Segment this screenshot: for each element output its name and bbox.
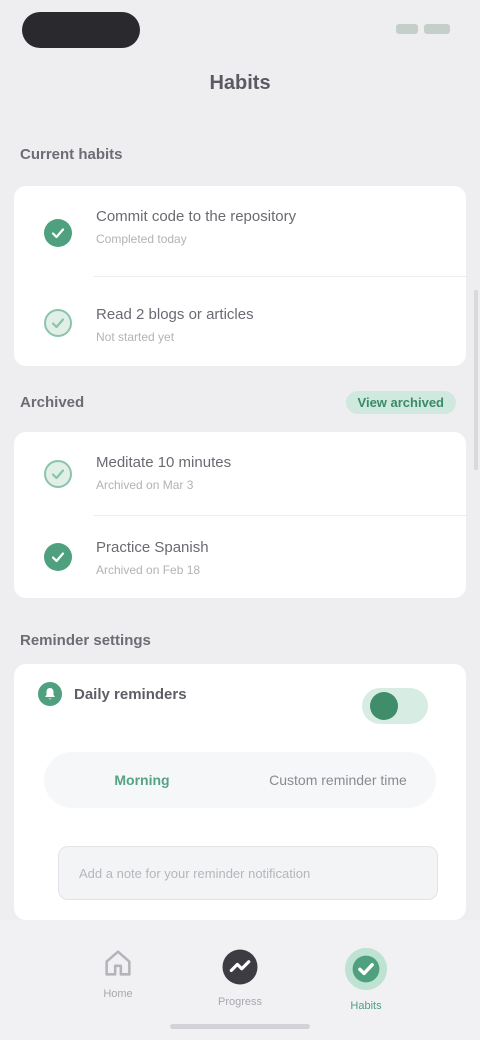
- check-icon[interactable]: [44, 543, 72, 571]
- habit-row[interactable]: Commit code to the repository Completed …: [14, 186, 466, 276]
- daily-reminders-toggle[interactable]: [362, 688, 428, 724]
- nav-item-home[interactable]: Home: [78, 946, 158, 1000]
- view-archived-button[interactable]: View archived: [345, 391, 456, 414]
- habit-title: Commit code to the repository: [96, 208, 297, 225]
- habit-title: Read 2 blogs or articles: [96, 306, 254, 323]
- habit-row[interactable]: Meditate 10 minutes Archived on Mar 3: [14, 432, 466, 515]
- reminder-note-input[interactable]: Add a note for your reminder notificatio…: [58, 846, 438, 900]
- nav-item-habits[interactable]: Habits: [326, 946, 406, 1012]
- section-header-current: Current habits: [20, 146, 123, 163]
- check-icon[interactable]: [44, 309, 72, 337]
- habit-title: Meditate 10 minutes: [96, 454, 232, 471]
- habit-row[interactable]: Practice Spanish Archived on Feb 18: [14, 515, 466, 598]
- check-icon[interactable]: [44, 219, 72, 247]
- top-bar: [0, 0, 480, 70]
- nav-label: Home: [103, 988, 133, 1000]
- habit-row[interactable]: Read 2 blogs or articles Not started yet: [14, 276, 466, 366]
- reminder-settings-card: Daily reminders Morning Custom reminder …: [14, 664, 466, 920]
- scrollbar[interactable]: [474, 290, 478, 470]
- habit-title: Practice Spanish: [96, 539, 209, 556]
- section-header-archived: Archived: [20, 394, 85, 411]
- toggle-knob: [370, 692, 398, 720]
- nav-label: Progress: [217, 996, 263, 1008]
- segment-custom-time[interactable]: Custom reminder time: [240, 772, 436, 788]
- home-icon: [78, 946, 158, 980]
- battery-icon: [424, 24, 450, 34]
- habit-subtitle: Archived on Feb 18: [96, 563, 201, 577]
- habit-subtitle: Completed today: [96, 232, 187, 246]
- bell-icon: [38, 682, 62, 706]
- check-icon[interactable]: [44, 460, 72, 488]
- habits-icon: [326, 946, 406, 992]
- section-header-reminders: Reminder settings: [20, 632, 151, 649]
- current-habits-card: Commit code to the repository Completed …: [14, 186, 466, 366]
- page-title: Habits: [209, 72, 271, 94]
- daily-reminders-label: Daily reminders: [74, 686, 187, 703]
- status-icons: [390, 22, 450, 36]
- bottom-nav: Home Progress Habits: [0, 920, 480, 1040]
- habit-subtitle: Not started yet: [96, 330, 175, 344]
- archived-habits-card: Meditate 10 minutes Archived on Mar 3 Pr…: [14, 432, 466, 598]
- nav-item-progress[interactable]: Progress: [200, 946, 280, 1008]
- home-indicator: [170, 1024, 310, 1029]
- reminder-time-segmented-control: Morning Custom reminder time: [44, 752, 436, 808]
- segment-morning[interactable]: Morning: [44, 772, 240, 788]
- nav-label: Habits: [350, 1000, 382, 1012]
- habit-subtitle: Archived on Mar 3: [96, 478, 194, 492]
- signal-icon: [396, 24, 418, 34]
- app-screen: Habits Current habits Commit code to the…: [0, 0, 480, 1040]
- progress-icon: [200, 946, 280, 988]
- back-pill-button[interactable]: [22, 12, 140, 48]
